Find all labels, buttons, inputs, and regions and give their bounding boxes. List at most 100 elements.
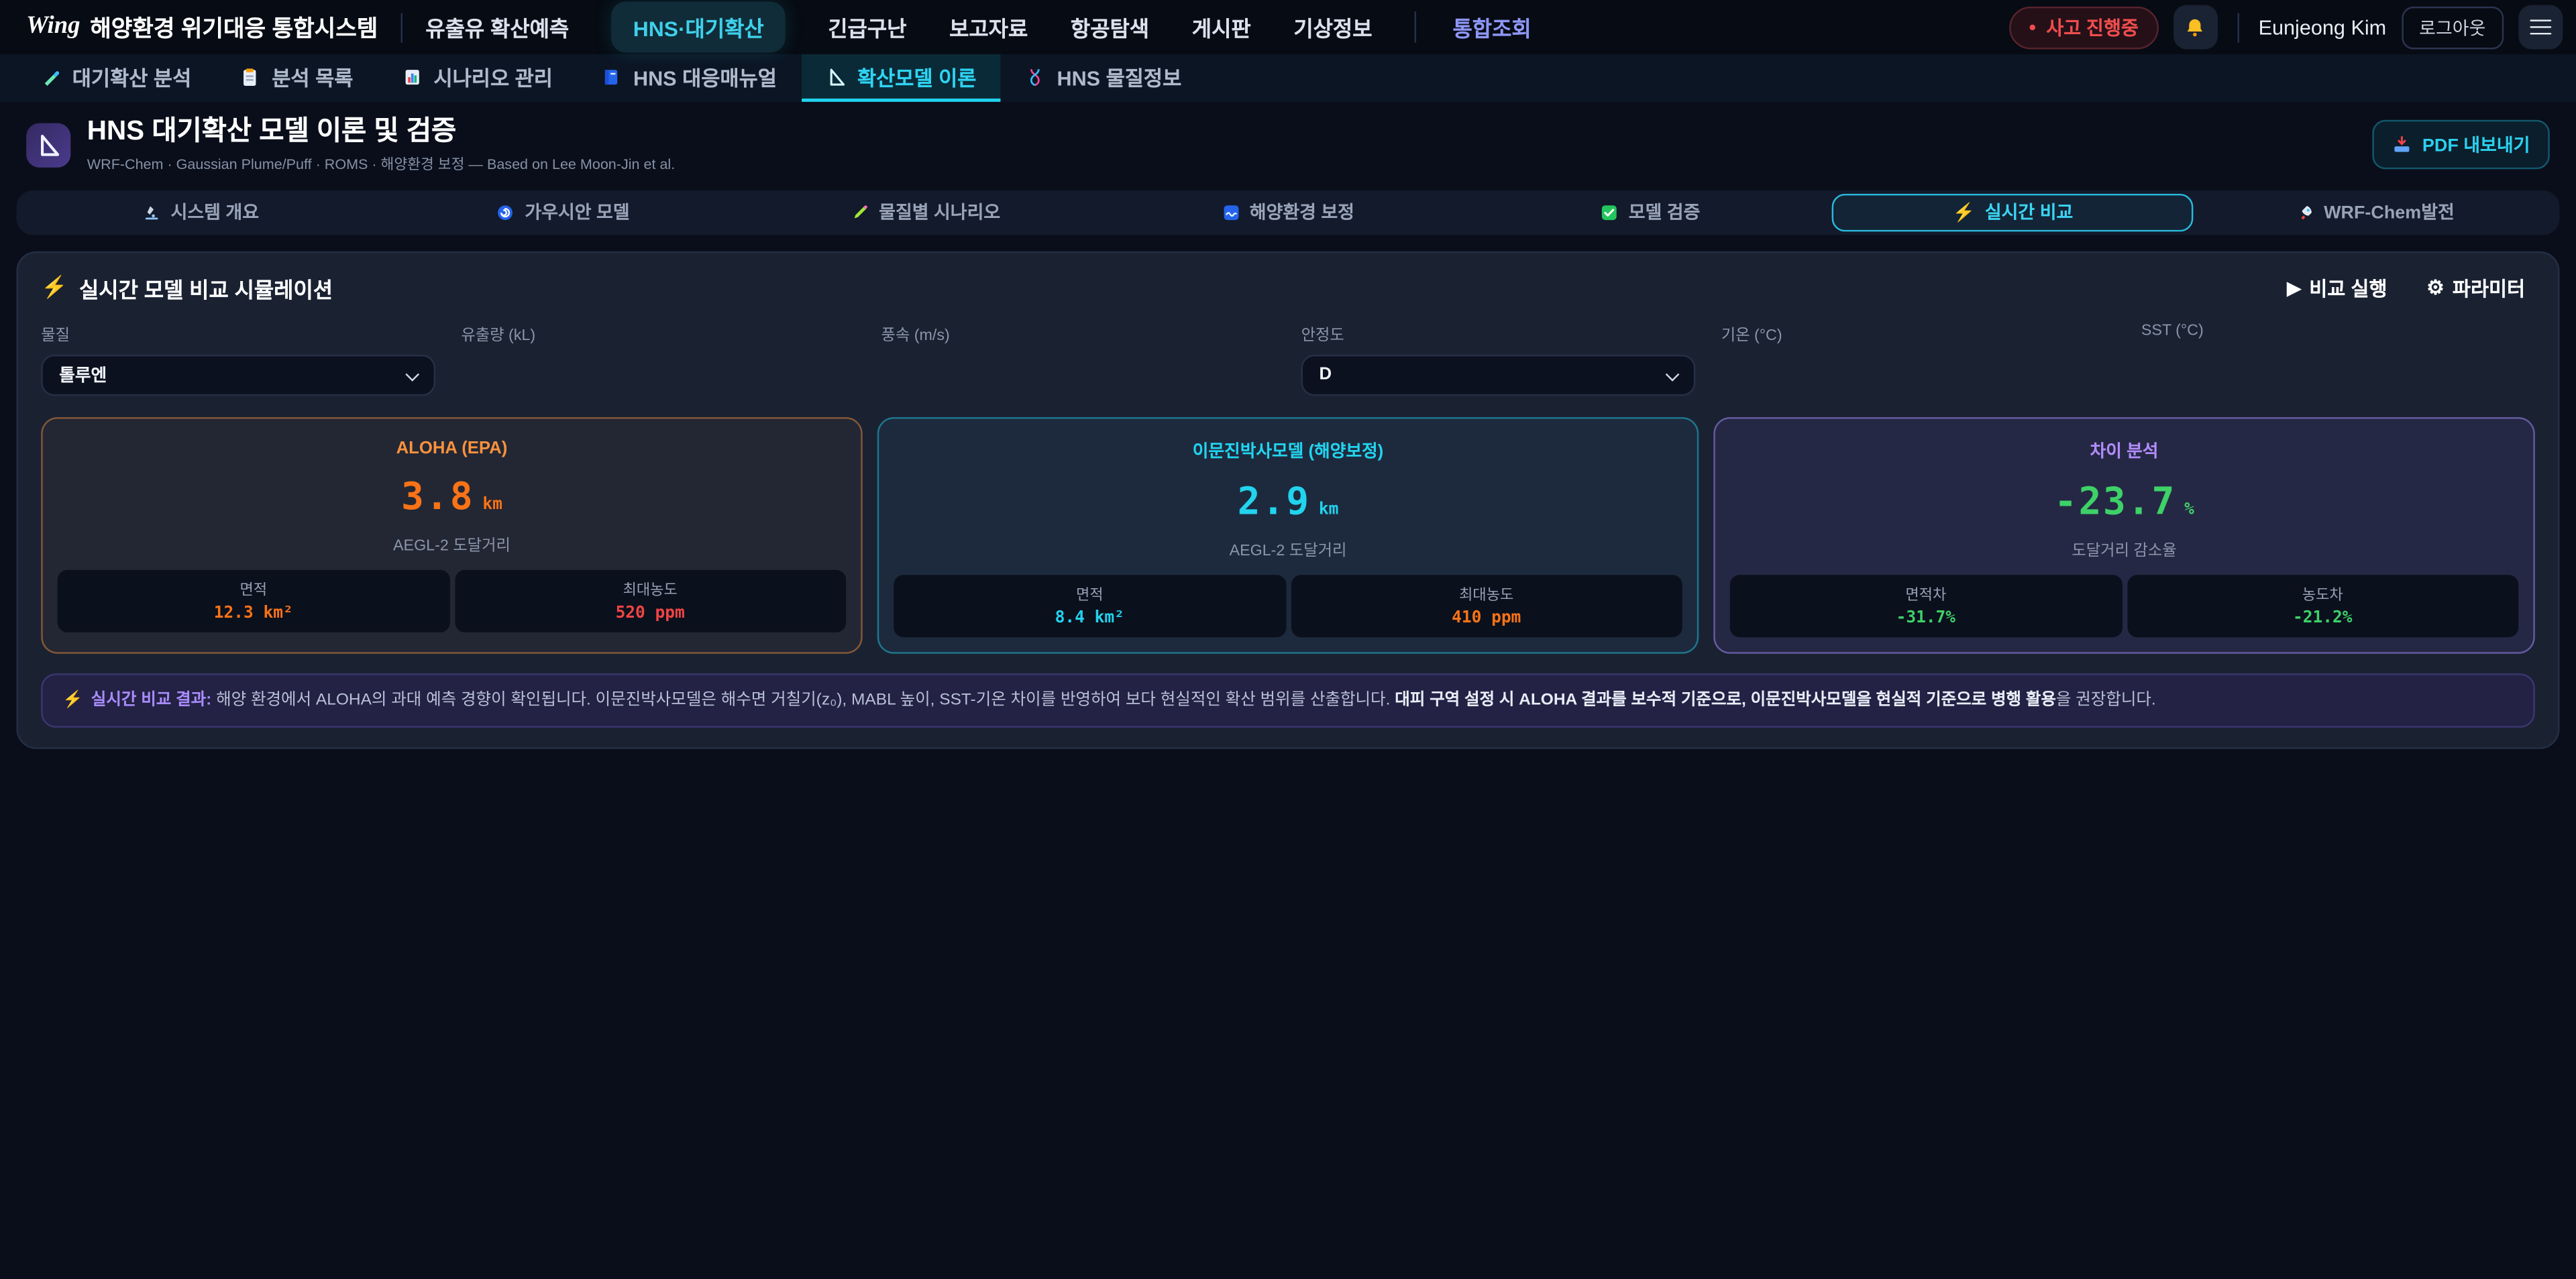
app-viewport: Wing 해양환경 위기대응 통합시스템 유출유 확산예측 HNS·대기확산 긴…	[0, 0, 2576, 1279]
bell-icon	[2184, 15, 2206, 38]
sst-input[interactable]	[2141, 350, 2535, 391]
rocket-icon	[2296, 204, 2314, 222]
parameters-label: 파라미터	[2453, 274, 2525, 302]
air-temp-input[interactable]	[1721, 355, 2115, 396]
status-dot-icon: ●	[2029, 21, 2037, 34]
subtab-scenario-management[interactable]: 시나리오 관리	[378, 54, 578, 102]
pdf-export-button[interactable]: PDF 내보내기	[2373, 121, 2549, 170]
subtab-label: 확산모델 이론	[857, 61, 977, 93]
card-title: 이문진박사모델 (해양보정)	[894, 439, 1682, 463]
book-icon	[602, 66, 621, 86]
run-comparison-button[interactable]: ▶ 비교 실행	[2277, 272, 2398, 304]
field-label: 풍속 (m/s)	[881, 322, 1275, 345]
incident-status-badge: ● 사고 진행중	[2008, 6, 2158, 49]
card-value: 2.9	[1238, 481, 1311, 524]
nav-divider	[401, 12, 402, 42]
nav-item-reports[interactable]: 보고자료	[949, 11, 1028, 43]
metric-value: 410 ppm	[1297, 609, 1675, 627]
hamburger-icon	[2530, 19, 2551, 35]
section-tab-strip: 시스템 개요 가우시안 모델 물질별 시나리오 해양환경 보정 모델 검증	[16, 190, 2559, 235]
nav-item-oil-spill[interactable]: 유출유 확산예측	[425, 11, 569, 43]
dna-icon	[1026, 66, 1045, 86]
aloha-result-card: ALOHA (EPA) 3.8km AEGL-2 도달거리 면적 12.3 km…	[41, 417, 862, 654]
page-header: HNS 대기확산 모델 이론 및 검증 WRF-Chem · Gaussian …	[0, 102, 2576, 186]
wind-speed-input[interactable]	[881, 355, 1275, 396]
field-stability: 안정도 D	[1301, 322, 1695, 396]
pen-icon	[41, 66, 60, 86]
metric-label: 최대농도	[461, 578, 839, 600]
lightning-icon: ⚡	[1953, 202, 1976, 223]
card-value: 3.8	[401, 476, 474, 519]
stability-select[interactable]: D	[1301, 355, 1695, 396]
status-badge-label: 사고 진행중	[2046, 14, 2138, 40]
tab-system-overview[interactable]: 시스템 개요	[19, 194, 382, 231]
menu-button[interactable]	[2518, 5, 2563, 49]
nav-item-aerial-search[interactable]: 항공탐색	[1071, 11, 1149, 43]
subtab-hns-substance-info[interactable]: HNS 물질정보	[1001, 54, 1206, 102]
comparison-result-note: ⚡실시간 비교 결과: 해양 환경에서 ALOHA의 과대 예측 경향이 확인됩…	[41, 673, 2535, 728]
field-substance: 물질 톨루엔	[41, 322, 435, 396]
notifications-button[interactable]	[2173, 5, 2217, 49]
metric-label: 면적	[64, 578, 443, 600]
subtab-hns-manual[interactable]: HNS 대응매뉴얼	[578, 54, 802, 102]
card-main-value: -23.7%	[1730, 481, 2519, 524]
tab-gaussian-model[interactable]: 가우시안 모델	[382, 194, 745, 231]
card-main-value: 2.9km	[894, 481, 1682, 524]
logo-text: 해양환경 위기대응 통합시스템	[90, 11, 378, 44]
user-name: Eunjeong Kim	[2259, 15, 2387, 38]
tab-model-validation[interactable]: 모델 검증	[1469, 194, 1831, 231]
tab-marine-correction[interactable]: 해양환경 보정	[1107, 194, 1469, 231]
panel-title: ⚡ 실시간 모델 비교 시뮬레이션	[41, 272, 333, 304]
tab-label: 실시간 비교	[1985, 199, 2073, 225]
page-ruler-icon	[26, 123, 70, 168]
subtab-analysis-list[interactable]: 분석 목록	[216, 54, 378, 102]
tab-label: 물질별 시나리오	[879, 199, 1000, 225]
nav-item-weather[interactable]: 기상정보	[1293, 11, 1372, 43]
logout-button[interactable]: 로그아웃	[2401, 6, 2504, 49]
tab-label: 모델 검증	[1629, 199, 1701, 225]
card-caption: AEGL-2 도달거리	[58, 532, 847, 555]
top-navigation-bar: Wing 해양환경 위기대응 통합시스템 유출유 확산예측 HNS·대기확산 긴…	[0, 0, 2576, 54]
nav-item-hns-atmospheric[interactable]: HNS·대기확산	[612, 1, 786, 52]
card-caption: 도달거리 감소율	[1730, 537, 2519, 560]
spill-volume-input[interactable]	[461, 355, 855, 396]
subtab-label: 시나리오 관리	[433, 61, 553, 93]
field-air-temp: 기온 (°C)	[1721, 322, 2115, 396]
metric-concentration-difference: 농도차 -21.2%	[2127, 575, 2518, 637]
nav-item-integrated-search[interactable]: 통합조회	[1415, 11, 1531, 43]
metric-area-difference: 면적차 -31.7%	[1730, 575, 2122, 637]
subtab-diffusion-model-theory[interactable]: 확산모델 이론	[802, 54, 1002, 102]
panel-header: ⚡ 실시간 모델 비교 시뮬레이션 ▶ 비교 실행 ⚙ 파라미터	[41, 272, 2535, 304]
subtab-label: HNS 물질정보	[1057, 61, 1181, 93]
tab-wrf-chem-advancement[interactable]: WRF-Chem발전	[2194, 194, 2557, 231]
wave-icon	[1222, 204, 1240, 222]
nav-item-board[interactable]: 게시판	[1192, 11, 1251, 43]
note-text: 을 권장합니다.	[2056, 691, 2156, 710]
lightning-icon: ⚡	[62, 691, 83, 710]
page-title: HNS 대기확산 모델 이론 및 검증	[87, 117, 675, 148]
metric-label: 면적차	[1737, 583, 2115, 604]
tab-realtime-comparison[interactable]: ⚡ 실시간 비교	[1831, 194, 2194, 231]
ruler-icon	[826, 66, 845, 86]
subtab-atmospheric-analysis[interactable]: 대기확산 분석	[16, 54, 216, 102]
metric-area: 면적 12.3 km²	[58, 570, 449, 632]
card-value: -23.7	[2054, 481, 2176, 524]
nav-item-emergency-rescue[interactable]: 긴급구난	[828, 11, 906, 43]
top-nav-links: 유출유 확산예측 HNS·대기확산 긴급구난 보고자료 항공탐색 게시판 기상정…	[425, 1, 1531, 52]
field-sst: SST (°C)	[2141, 322, 2535, 396]
bar-chart-icon	[402, 66, 422, 86]
clipboard-icon	[241, 66, 260, 86]
download-icon	[2393, 135, 2412, 155]
substance-select[interactable]: 톨루엔	[41, 355, 435, 396]
lightning-icon: ⚡	[41, 275, 68, 301]
metric-label: 최대농도	[1297, 583, 1675, 604]
app-logo[interactable]: Wing 해양환경 위기대응 통합시스템	[26, 11, 378, 44]
tab-label: WRF-Chem발전	[2324, 199, 2455, 225]
tab-substance-scenarios[interactable]: 물질별 시나리오	[745, 194, 1107, 231]
result-cards: ALOHA (EPA) 3.8km AEGL-2 도달거리 면적 12.3 km…	[41, 417, 2535, 654]
parameters-button[interactable]: ⚙ 파라미터	[2417, 272, 2535, 304]
microscope-icon	[143, 204, 161, 222]
note-bold-text: 대피 구역 설정 시 ALOHA 결과를 보수적 기준으로, 이문진박사모델을 …	[1395, 691, 2056, 710]
field-label: 물질	[41, 322, 435, 345]
subtab-label: HNS 대응매뉴얼	[633, 61, 777, 93]
